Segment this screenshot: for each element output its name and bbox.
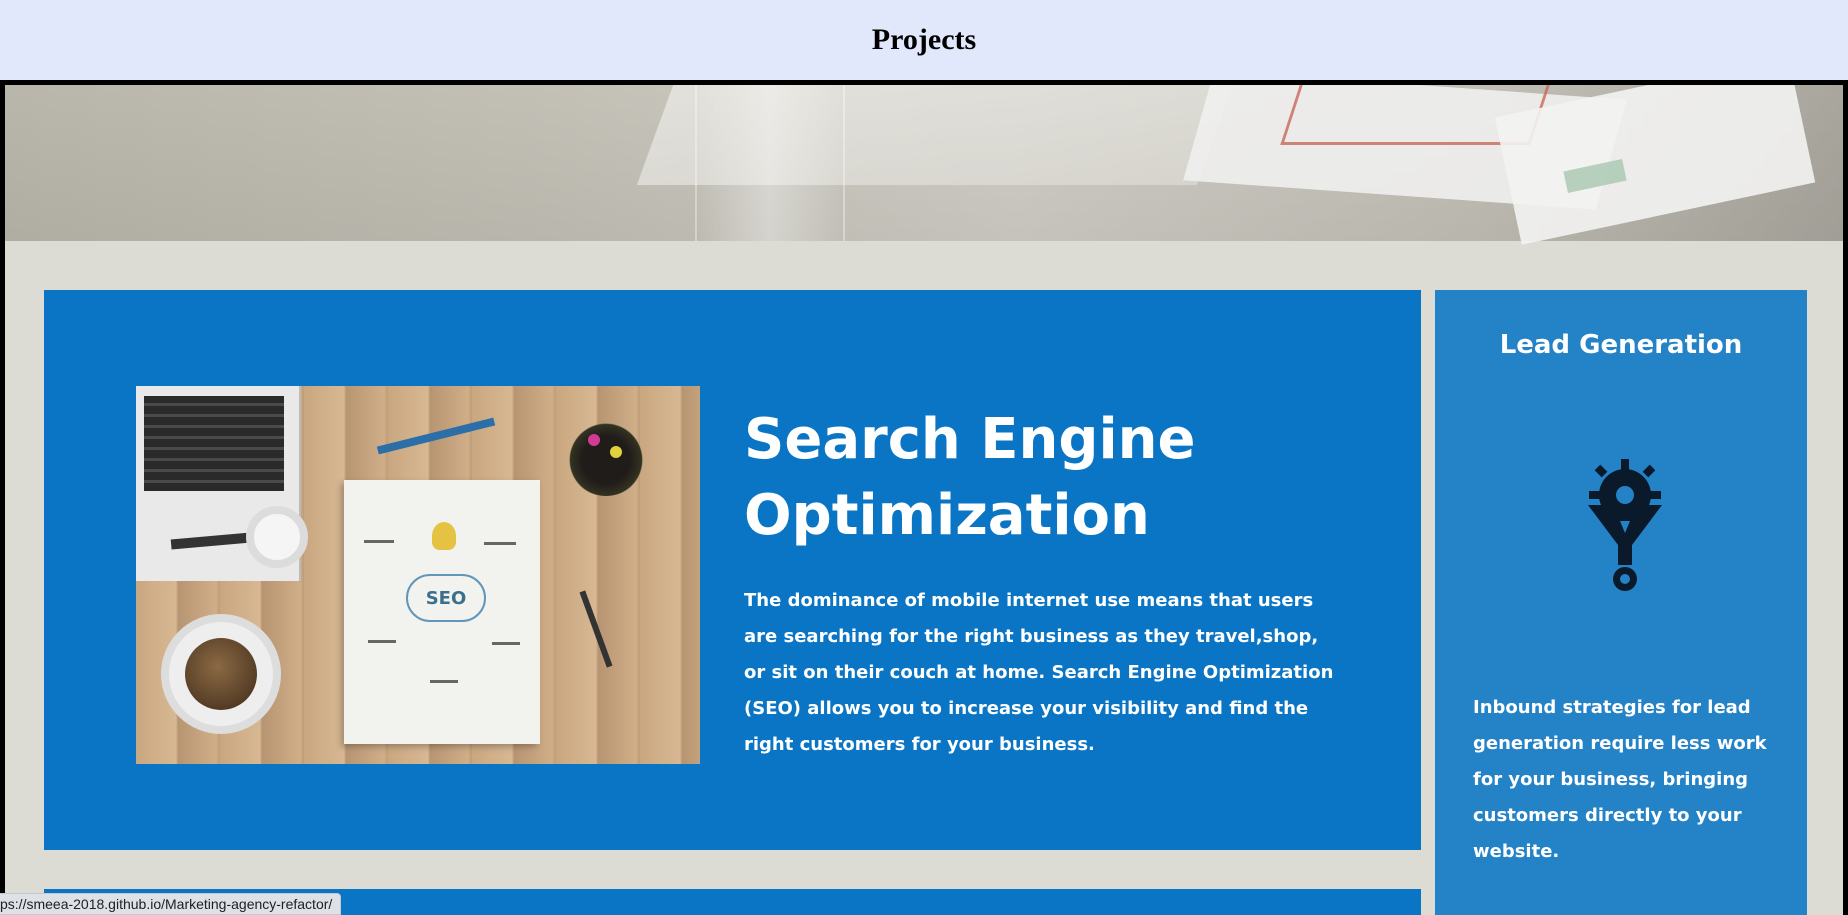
seo-heading: Search Engine Optimization — [744, 407, 1196, 548]
lead-generation-heading: Lead Generation — [1499, 330, 1743, 360]
seo-cloud-label: SEO — [406, 574, 486, 622]
page-header: Projects — [0, 0, 1848, 80]
page-title: Projects — [871, 23, 977, 56]
hero-glass — [695, 85, 845, 241]
iframe-preview[interactable]: SEO Search Engine Optimization The domin… — [0, 80, 1848, 915]
lead-generation-card: Lead Generation Inbound strategies for l… — [1435, 290, 1807, 915]
hero-image — [5, 85, 1843, 245]
website-viewport: SEO Search Engine Optimization The domin… — [5, 85, 1843, 915]
pen-graphic — [579, 590, 613, 668]
pen-cup-graphic — [566, 416, 646, 496]
hero-paper — [1494, 85, 1816, 245]
seo-image: SEO — [136, 386, 700, 764]
notepad-graphic: SEO — [344, 480, 540, 744]
lead-generation-description: Inbound strategies for lead generation r… — [1473, 697, 1767, 862]
coffee-cup-graphic — [161, 614, 281, 734]
funnel-gear-icon — [1588, 459, 1662, 591]
seo-card: SEO Search Engine Optimization The domin… — [44, 290, 1421, 850]
pencil-graphic — [376, 417, 496, 455]
magnifier-graphic — [246, 506, 308, 568]
status-bar-url: ps://smeea-2018.github.io/Marketing-agen… — [0, 893, 342, 915]
seo-description: The dominance of mobile internet use mea… — [744, 590, 1334, 755]
lightbulb-icon — [432, 522, 456, 550]
